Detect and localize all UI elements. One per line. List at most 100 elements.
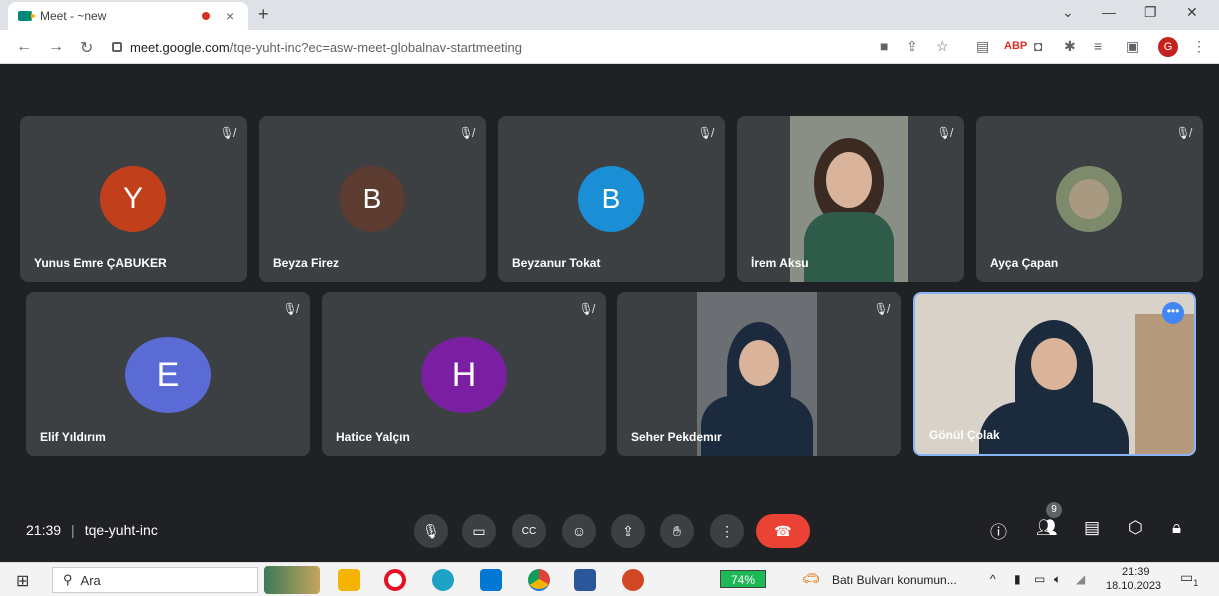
bookmark-star-icon[interactable]: ☆ [936,38,949,55]
participant-tile[interactable]: 🎙︎̸ Y Yunus Emre ÇABUKER [20,116,247,282]
close-window-button[interactable]: ✕ [1186,4,1198,21]
clock-date[interactable]: 18.10.2023 [1106,580,1161,592]
participant-tile[interactable]: 🎙︎̸ İrem Aksu [737,116,964,282]
mic-off-icon: 🎙︎̸ [1175,126,1191,140]
avatar: E [125,337,211,413]
battery-indicator[interactable]: 74% [720,570,766,588]
widgets-weather-icon[interactable] [264,566,320,594]
participant-tile[interactable]: 🎙︎̸ H Hatice Yalçın [322,292,606,456]
microphone-icon: 🎙︎ [422,522,440,539]
show-hidden-icons-icon[interactable]: ^ [990,572,996,586]
emoji-button[interactable]: ☺ [562,514,596,548]
avatar-photo [1056,166,1122,232]
participant-tile[interactable]: 🎙︎̸ B Beyza Firez [259,116,486,282]
participant-name: İrem Aksu [751,256,809,270]
participant-tile[interactable]: 🎙︎̸ E Elif Yıldırım [26,292,310,456]
notification-text[interactable]: Batı Bulvarı konumun... [832,573,957,587]
os-taskbar: ⊞ ⚲ Ara 74% 🚗︎ Batı Bulvarı konumun... ^… [0,562,1219,596]
profile-avatar[interactable]: G [1158,37,1178,57]
chat-icon[interactable]: ▤ [1084,518,1100,538]
restore-button[interactable]: ❐ [1144,4,1157,21]
tab-meet[interactable]: Meet - ~new × [8,2,248,30]
avatar: H [421,337,507,413]
present-button[interactable]: ⇪ [611,514,645,548]
word-icon[interactable] [574,569,596,591]
meeting-stage: 🎙︎̸ Y Yunus Emre ÇABUKER 🎙︎̸ B Beyza Fir… [0,64,1219,562]
url-field[interactable]: meet.google.com/tqe-yuht-inc?ec=asw-meet… [112,35,862,59]
meet-logo-icon [18,11,36,21]
file-explorer-icon[interactable] [338,569,360,591]
microphone-button[interactable]: 🎙︎ [414,514,448,548]
avatar: B [339,166,405,232]
participant-count-badge: 9 [1046,502,1062,518]
participant-name: Ayça Çapan [990,256,1059,270]
participant-name: Seher Pekdemır [631,430,722,444]
extensions-puzzle-icon[interactable]: ✱ [1064,38,1076,55]
side-panel-icon[interactable]: ▣ [1126,38,1139,55]
edge-icon[interactable] [432,569,454,591]
tab-title: Meet - ~new [40,9,107,23]
new-tab-button[interactable]: + [258,4,269,25]
powerpoint-icon[interactable] [622,569,644,591]
notification-center-icon[interactable]: ▭1 [1180,569,1204,591]
camera-button[interactable]: ▭ [462,514,496,548]
mail-icon[interactable] [480,569,502,591]
mic-tray-icon[interactable]: ▮ [1014,572,1021,586]
meeting-time: 21:39 [26,522,62,538]
mic-off-icon: 🎙︎̸ [458,126,474,140]
windows-start-icon[interactable]: ⊞ [16,571,29,591]
chrome-icon[interactable] [528,569,550,591]
present-icon: ⇪ [622,522,634,539]
adblock-icon[interactable]: ABP [1004,40,1027,52]
reload-icon[interactable]: ↻ [80,38,93,58]
more-options-button[interactable]: ⋮ [710,514,744,548]
participant-tile[interactable]: 🎙︎̸ Ayça Çapan [976,116,1203,282]
address-bar-row: ← → ↻ meet.google.com/tqe-yuht-inc?ec=as… [0,30,1219,64]
taskbar-search[interactable]: ⚲ Ara [52,567,258,593]
minimize-button[interactable]: — [1102,4,1116,20]
mic-off-icon: 🎙︎̸ [219,126,235,140]
camera-indicator-icon[interactable]: ■ [880,38,888,54]
notification-count: 1 [1193,577,1199,588]
captions-button[interactable]: CC [512,514,546,548]
participant-name: Beyzanur Tokat [512,256,601,270]
participant-name: Beyza Firez [273,256,340,270]
search-placeholder: Ara [80,572,101,588]
people-icon[interactable]: 👥︎ [1036,518,1058,538]
back-icon[interactable]: ← [16,38,32,56]
participant-tile-active[interactable]: ••• Gönül Çolak [913,292,1196,456]
more-vert-icon: ⋮ [720,522,734,539]
end-call-icon: ☎︎ [774,522,792,539]
info-icon[interactable]: ⓘ [990,518,1007,543]
camera-icon: ▭ [472,522,486,539]
clock-time[interactable]: 21:39 [1122,566,1150,578]
host-controls-icon[interactable]: 🔒︎ [1172,518,1181,538]
volume-icon[interactable]: 🔈︎ [1054,572,1061,587]
meeting-code: tqe-yuht-inc [84,522,158,538]
tab-close-button[interactable]: × [226,8,234,24]
reading-list-icon[interactable]: ≡ [1094,38,1102,54]
leave-call-button[interactable]: ☎︎ [756,514,810,548]
battery-tray-icon[interactable]: ▭ [1034,572,1045,586]
activities-icon[interactable]: ⬡ [1128,518,1143,538]
network-icon[interactable]: ◢ [1076,572,1085,586]
participant-tile[interactable]: 🎙︎̸ Seher Pekdemır [617,292,901,456]
mic-off-icon: 🎙︎̸ [697,126,713,140]
recording-indicator-icon [202,12,210,20]
captions-icon: CC [521,525,537,537]
meeting-controls-bar: 21:39 | tqe-yuht-inc 🎙︎ ▭ CC ☺ ⇪ ✋︎ ⋮ ☎︎ ⓘ… [0,500,1219,560]
menu-kebab-icon[interactable]: ⋮ [1192,38,1206,55]
participant-tile[interactable]: 🎙︎̸ B Beyzanur Tokat [498,116,725,282]
opera-icon[interactable] [384,569,406,591]
participant-name: Elif Yıldırım [40,430,106,444]
raise-hand-button[interactable]: ✋︎ [660,514,694,548]
extension-cast-icon[interactable]: ◘ [1034,38,1042,54]
meeting-info: 21:39 | tqe-yuht-inc [26,522,158,538]
extension-icon[interactable]: ▤ [976,38,989,55]
tab-search-icon[interactable]: ⌄ [1062,4,1074,21]
more-options-icon[interactable]: ••• [1162,302,1184,324]
share-icon[interactable]: ⇪ [906,38,918,55]
mic-off-icon: 🎙︎̸ [873,302,889,316]
forward-icon[interactable]: → [48,38,64,56]
car-notification-icon: 🚗︎ [802,570,820,586]
